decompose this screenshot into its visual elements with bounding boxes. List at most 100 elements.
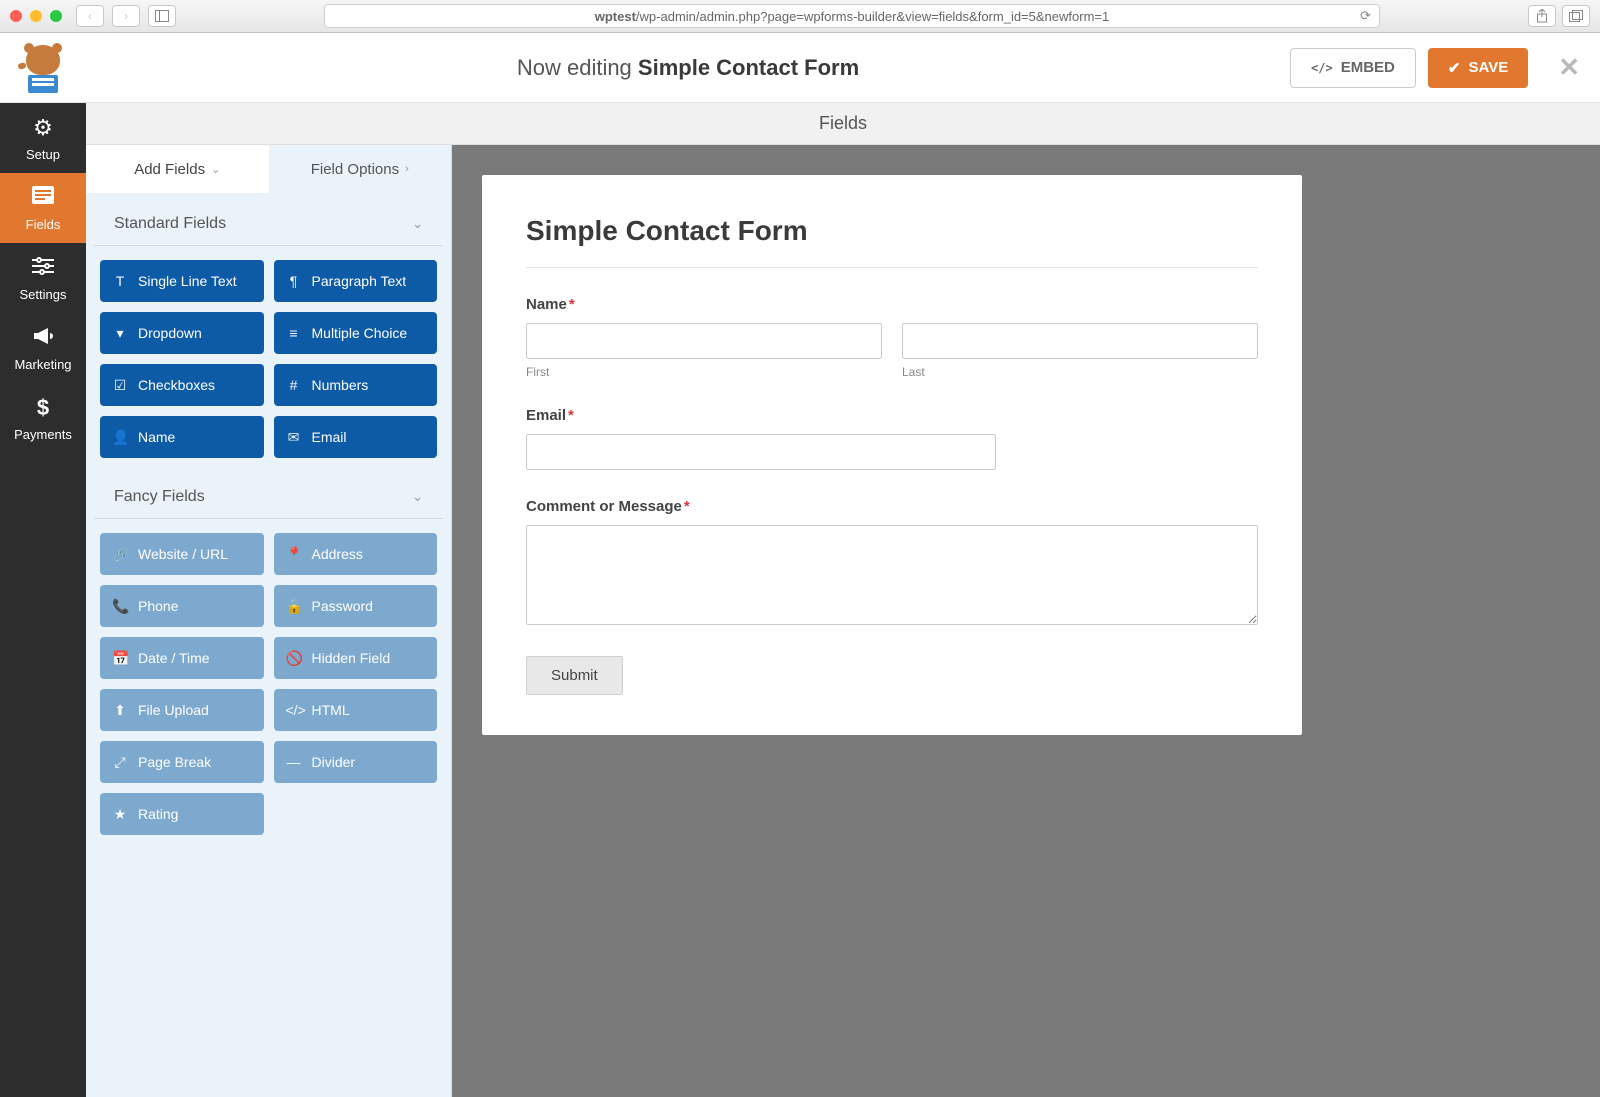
nav-marketing-label: Marketing [14, 357, 71, 372]
field-hidden[interactable]: 🚫Hidden Field [274, 637, 438, 679]
envelope-icon: ✉ [286, 429, 302, 446]
embed-button[interactable]: EMBED [1290, 48, 1416, 88]
pin-icon: 📍 [286, 546, 302, 563]
field-file-upload[interactable]: ⬆File Upload [100, 689, 264, 731]
field-preview-email[interactable]: Email* [526, 407, 1258, 470]
app-logo[interactable] [0, 43, 86, 93]
gear-icon: ⚙ [33, 115, 53, 141]
field-name[interactable]: 👤Name [100, 416, 264, 458]
paragraph-icon: ¶ [286, 273, 302, 289]
first-name-input[interactable] [526, 323, 882, 359]
nav-fields-label: Fields [26, 217, 61, 232]
dropdown-icon: ▾ [112, 325, 128, 342]
editing-form-name: Simple Contact Form [638, 55, 859, 80]
field-phone[interactable]: 📞Phone [100, 585, 264, 627]
window-minimize-icon[interactable] [30, 10, 42, 22]
nav-fields[interactable]: Fields [0, 173, 86, 243]
upload-icon: ⬆ [112, 702, 128, 719]
browser-forward-button[interactable]: › [112, 5, 140, 27]
field-website-url[interactable]: 🔗Website / URL [100, 533, 264, 575]
fields-panel: Add Fields ⌄ Field Options › Standard Fi… [86, 145, 452, 1097]
chevron-down-icon: ⌄ [412, 216, 423, 232]
hash-icon: # [286, 377, 302, 393]
share-icon [1536, 9, 1548, 23]
tabs-button[interactable] [1562, 5, 1590, 27]
last-name-input[interactable] [902, 323, 1258, 359]
field-paragraph-text[interactable]: ¶Paragraph Text [274, 260, 438, 302]
wpforms-logo-icon [18, 43, 68, 93]
comment-label: Comment or Message* [526, 498, 1258, 515]
nav-setup-label: Setup [26, 147, 60, 162]
chevron-down-icon: ⌄ [211, 163, 220, 176]
field-page-break[interactable]: ⤢Page Break [100, 741, 264, 783]
close-builder-button[interactable]: ✕ [1558, 52, 1580, 83]
window-controls [10, 10, 62, 22]
header-actions: EMBED ✔ SAVE ✕ [1290, 48, 1580, 88]
field-html[interactable]: </>HTML [274, 689, 438, 731]
browser-back-button[interactable]: ‹ [76, 5, 104, 27]
embed-label: EMBED [1341, 59, 1395, 76]
share-button[interactable] [1528, 5, 1556, 27]
section-standard-label: Standard Fields [114, 215, 226, 233]
comment-textarea[interactable] [526, 525, 1258, 625]
url-text: wptest/wp-admin/admin.php?page=wpforms-b… [595, 9, 1109, 24]
content-area: Fields Add Fields ⌄ Field Options › Stan… [86, 103, 1600, 1097]
link-icon: 🔗 [112, 546, 128, 563]
browser-sidebar-button[interactable] [148, 5, 176, 27]
checkbox-icon: ☑ [112, 377, 128, 394]
chevron-down-icon: ⌄ [412, 489, 423, 505]
nav-payments[interactable]: $ Payments [0, 383, 86, 453]
nav-marketing[interactable]: Marketing [0, 313, 86, 383]
field-checkboxes[interactable]: ☑Checkboxes [100, 364, 264, 406]
nav-settings[interactable]: Settings [0, 243, 86, 313]
browser-url-bar[interactable]: wptest/wp-admin/admin.php?page=wpforms-b… [324, 4, 1380, 28]
window-zoom-icon[interactable] [50, 10, 62, 22]
section-fancy-fields[interactable]: Fancy Fields ⌄ [94, 466, 443, 519]
fields-bar-label: Fields [819, 113, 867, 134]
field-numbers[interactable]: #Numbers [274, 364, 438, 406]
email-input[interactable] [526, 434, 996, 470]
reload-icon[interactable]: ⟳ [1360, 8, 1371, 24]
browser-right-controls [1528, 5, 1590, 27]
panel-tabs: Add Fields ⌄ Field Options › [86, 145, 451, 193]
field-rating[interactable]: ★Rating [100, 793, 264, 835]
nav-settings-label: Settings [20, 287, 67, 302]
nav-setup[interactable]: ⚙ Setup [0, 103, 86, 173]
form-preview-card[interactable]: Simple Contact Form Name* First Last [482, 175, 1302, 735]
field-multiple-choice[interactable]: ≡Multiple Choice [274, 312, 438, 354]
eye-slash-icon: 🚫 [286, 650, 302, 667]
section-standard-fields[interactable]: Standard Fields ⌄ [94, 193, 443, 246]
code-icon: </> [286, 702, 302, 718]
field-divider[interactable]: —Divider [274, 741, 438, 783]
name-row: First Last [526, 323, 1258, 379]
bullhorn-icon [32, 325, 54, 351]
field-single-line-text[interactable]: TSingle Line Text [100, 260, 264, 302]
field-date-time[interactable]: 📅Date / Time [100, 637, 264, 679]
field-address[interactable]: 📍Address [274, 533, 438, 575]
submit-button[interactable]: Submit [526, 656, 623, 695]
window-close-icon[interactable] [10, 10, 22, 22]
field-preview-comment[interactable]: Comment or Message* [526, 498, 1258, 628]
save-label: SAVE [1468, 59, 1508, 76]
text-icon: T [112, 273, 128, 289]
nav-rail: ⚙ Setup Fields Settings Marketing $ Paym… [0, 103, 86, 1097]
email-label: Email* [526, 407, 1258, 424]
field-password[interactable]: 🔒Password [274, 585, 438, 627]
save-button[interactable]: ✔ SAVE [1428, 48, 1528, 88]
field-email[interactable]: ✉Email [274, 416, 438, 458]
field-preview-name[interactable]: Name* First Last [526, 296, 1258, 379]
editing-prefix: Now editing [517, 55, 638, 80]
divider [526, 267, 1258, 268]
dollar-icon: $ [37, 395, 49, 421]
header-title: Now editing Simple Contact Form [86, 55, 1290, 81]
sliders-icon [32, 255, 54, 281]
name-label: Name* [526, 296, 1258, 313]
fancy-fields-grid: 🔗Website / URL 📍Address 📞Phone 🔒Password… [86, 519, 451, 843]
workspace: Add Fields ⌄ Field Options › Standard Fi… [86, 145, 1600, 1097]
chevron-right-icon: › [405, 163, 409, 175]
field-dropdown[interactable]: ▾Dropdown [100, 312, 264, 354]
calendar-icon: 📅 [112, 650, 128, 667]
tab-add-fields[interactable]: Add Fields ⌄ [86, 145, 269, 193]
star-icon: ★ [112, 806, 128, 823]
tab-field-options[interactable]: Field Options › [269, 145, 452, 193]
